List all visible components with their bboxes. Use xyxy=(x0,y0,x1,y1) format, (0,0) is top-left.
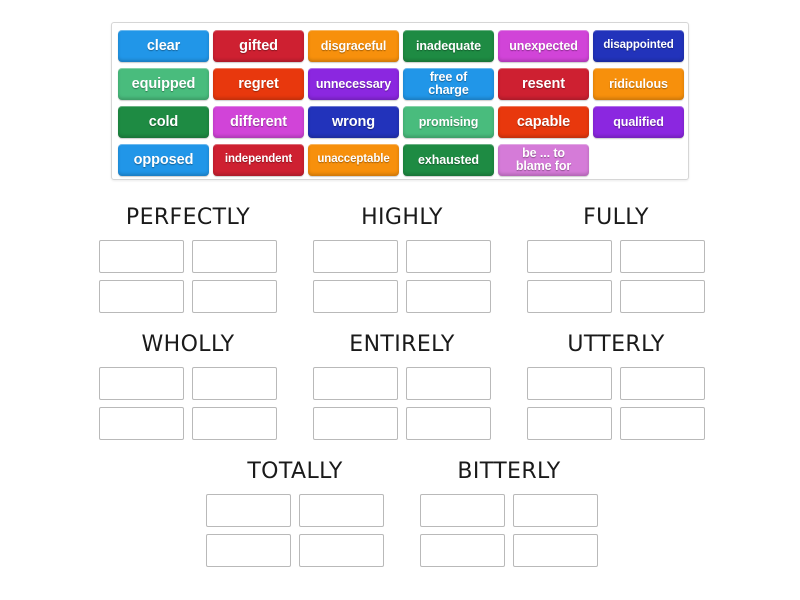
answer-slot[interactable] xyxy=(313,407,398,440)
word-tile[interactable]: independent xyxy=(213,144,304,176)
answer-slot[interactable] xyxy=(313,240,398,273)
word-tile[interactable]: exhausted xyxy=(403,144,494,176)
word-tile[interactable]: qualified xyxy=(593,106,684,138)
word-tile[interactable]: promising xyxy=(403,106,494,138)
word-tile[interactable]: different xyxy=(213,106,304,138)
word-tile[interactable]: be ... to blame for xyxy=(498,144,589,176)
category-group: BITTERLY xyxy=(416,459,602,567)
word-tile[interactable]: resent xyxy=(498,68,589,100)
category-title: WHOLLY xyxy=(141,332,235,357)
answer-slot[interactable] xyxy=(620,407,705,440)
category-group: PERFECTLY xyxy=(95,205,281,313)
category-title: PERFECTLY xyxy=(125,205,251,230)
answer-slot[interactable] xyxy=(420,494,505,527)
answer-slot[interactable] xyxy=(192,407,277,440)
answer-slot[interactable] xyxy=(620,367,705,400)
answer-slot[interactable] xyxy=(620,280,705,313)
answer-slot[interactable] xyxy=(406,280,491,313)
word-tile[interactable]: disgraceful xyxy=(308,30,399,62)
word-tile[interactable]: regret xyxy=(213,68,304,100)
word-tile[interactable]: unnecessary xyxy=(308,68,399,100)
word-tile[interactable]: free of charge xyxy=(403,68,494,100)
category-title: HIGHLY xyxy=(361,205,443,230)
answer-slot[interactable] xyxy=(299,534,384,567)
answer-slot[interactable] xyxy=(206,534,291,567)
word-bank-row: opposed independent unacceptable exhausted b… xyxy=(116,142,684,180)
word-bank-row: clear gifted disgraceful inadequate unexpect… xyxy=(116,28,684,66)
answer-slot[interactable] xyxy=(513,494,598,527)
answer-slot[interactable] xyxy=(99,280,184,313)
word-bank-panel: clear gifted disgraceful inadequate unexpect… xyxy=(111,22,689,180)
word-tile[interactable]: opposed xyxy=(118,144,209,176)
answer-slot[interactable] xyxy=(192,240,277,273)
category-title: ENTIRELY xyxy=(349,332,455,357)
answer-slot[interactable] xyxy=(206,494,291,527)
answer-slot[interactable] xyxy=(406,240,491,273)
word-tile[interactable]: unacceptable xyxy=(308,144,399,176)
word-tile[interactable]: equipped xyxy=(118,68,209,100)
category-group: TOTALLY xyxy=(202,459,388,567)
word-tile[interactable]: gifted xyxy=(213,30,304,62)
answer-slot[interactable] xyxy=(527,240,612,273)
category-title: FULLY xyxy=(583,205,649,230)
word-bank-row: cold different wrong promising capable qualif… xyxy=(116,104,684,142)
word-tile[interactable]: inadequate xyxy=(403,30,494,62)
answer-slot[interactable] xyxy=(527,407,612,440)
answer-slot[interactable] xyxy=(192,367,277,400)
answer-slot[interactable] xyxy=(99,407,184,440)
answer-slot-grid xyxy=(95,240,281,313)
answer-slot-grid xyxy=(202,494,388,567)
word-tile[interactable]: unexpected xyxy=(498,30,589,62)
answer-slot-grid xyxy=(309,240,495,313)
answer-slot-grid xyxy=(523,240,709,313)
answer-slot[interactable] xyxy=(620,240,705,273)
word-tile[interactable]: wrong xyxy=(308,106,399,138)
category-group: ENTIRELY xyxy=(309,332,495,440)
category-title: BITTERLY xyxy=(457,459,561,484)
word-tile[interactable]: capable xyxy=(498,106,589,138)
category-title: UTTERLY xyxy=(567,332,665,357)
answer-slot[interactable] xyxy=(420,534,505,567)
answer-slot[interactable] xyxy=(406,367,491,400)
word-tile[interactable]: disappointed xyxy=(593,30,684,62)
answer-slot[interactable] xyxy=(313,280,398,313)
word-tile[interactable]: cold xyxy=(118,106,209,138)
activity-canvas: clear gifted disgraceful inadequate unexpect… xyxy=(0,0,800,600)
answer-slot-grid xyxy=(523,367,709,440)
category-group: WHOLLY xyxy=(95,332,281,440)
category-group: HIGHLY xyxy=(309,205,495,313)
answer-slot[interactable] xyxy=(406,407,491,440)
word-tile[interactable]: clear xyxy=(118,30,209,62)
answer-slot[interactable] xyxy=(527,280,612,313)
answer-slot-grid xyxy=(416,494,602,567)
answer-slot[interactable] xyxy=(527,367,612,400)
category-title: TOTALLY xyxy=(247,459,343,484)
answer-slot[interactable] xyxy=(192,280,277,313)
answer-slot[interactable] xyxy=(313,367,398,400)
answer-slot[interactable] xyxy=(513,534,598,567)
category-group: FULLY xyxy=(523,205,709,313)
answer-slot[interactable] xyxy=(299,494,384,527)
word-bank-row: equipped regret unnecessary free of charge r… xyxy=(116,66,684,104)
category-group: UTTERLY xyxy=(523,332,709,440)
answer-slot-grid xyxy=(309,367,495,440)
answer-slot[interactable] xyxy=(99,367,184,400)
answer-slot-grid xyxy=(95,367,281,440)
word-tile[interactable]: ridiculous xyxy=(593,68,684,100)
answer-slot[interactable] xyxy=(99,240,184,273)
